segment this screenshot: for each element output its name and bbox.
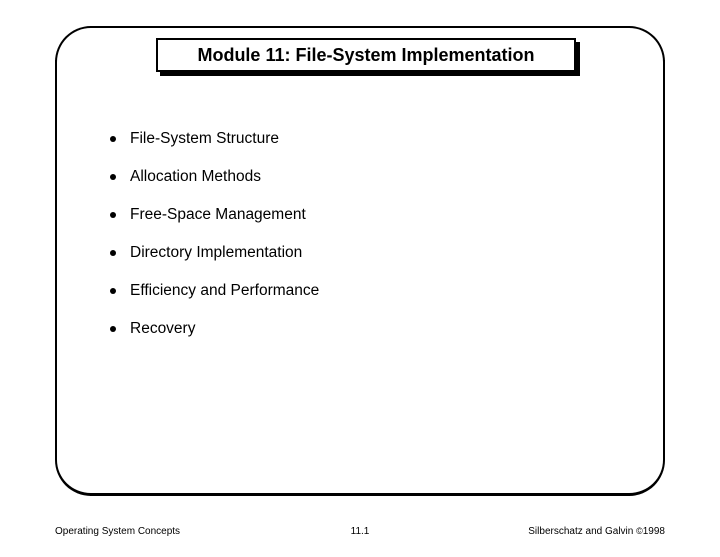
slide-title: Module 11: File-System Implementation xyxy=(197,45,534,66)
frame-corner xyxy=(629,26,665,62)
frame-right xyxy=(663,60,665,460)
list-item: Recovery xyxy=(110,320,319,338)
bullet-list: File-System Structure Allocation Methods… xyxy=(110,130,319,358)
list-item: Free-Space Management xyxy=(110,206,319,224)
frame-corner xyxy=(629,460,665,496)
frame-corner xyxy=(55,26,91,62)
footer-right: Silberschatz and Galvin ©1998 xyxy=(528,526,665,537)
list-item: Directory Implementation xyxy=(110,244,319,262)
frame-top xyxy=(90,26,630,28)
frame-left xyxy=(55,60,57,460)
footer-page-number: 11.1 xyxy=(351,526,370,537)
footer: Operating System Concepts 11.1 Silbersch… xyxy=(55,526,665,537)
footer-left: Operating System Concepts xyxy=(55,526,180,537)
list-item: File-System Structure xyxy=(110,130,319,148)
list-item: Efficiency and Performance xyxy=(110,282,319,300)
frame-corner xyxy=(55,460,91,496)
frame-bottom xyxy=(90,493,630,496)
list-item: Allocation Methods xyxy=(110,168,319,186)
title-box: Module 11: File-System Implementation xyxy=(156,38,576,72)
